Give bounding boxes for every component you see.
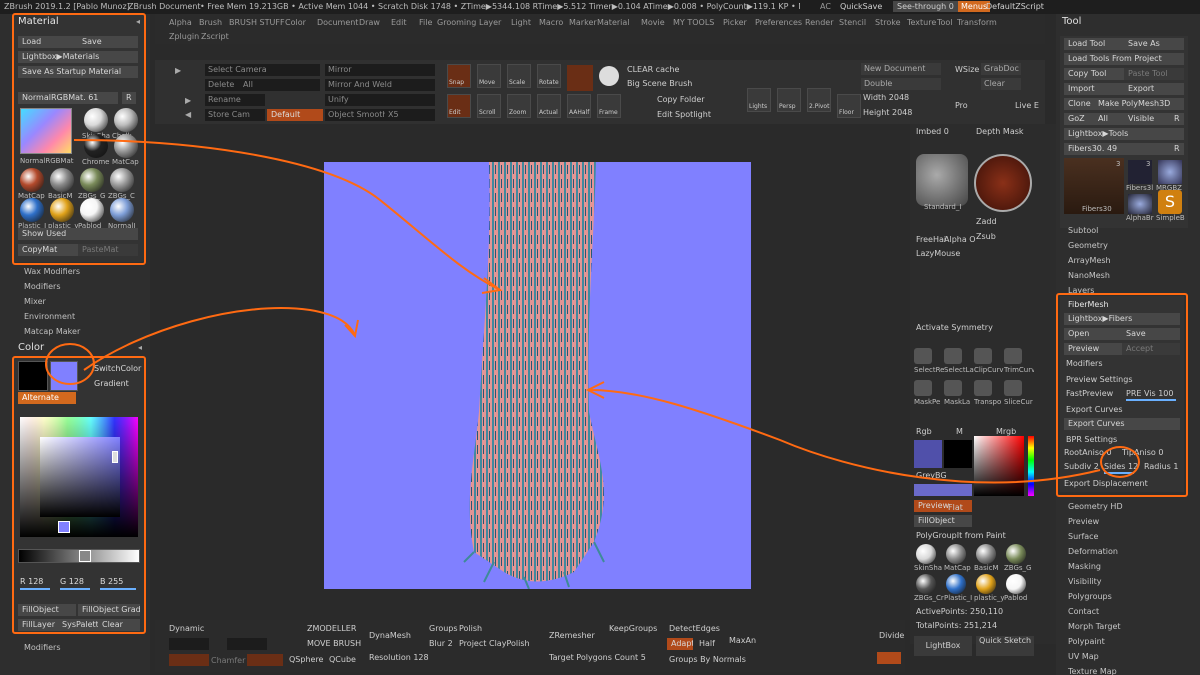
zbrush-window: ZBrush 2019.1.2 [Pablo Munoz] ZBrush Doc…: [0, 0, 1200, 675]
annotation-arrows: [45, 139, 1101, 484]
